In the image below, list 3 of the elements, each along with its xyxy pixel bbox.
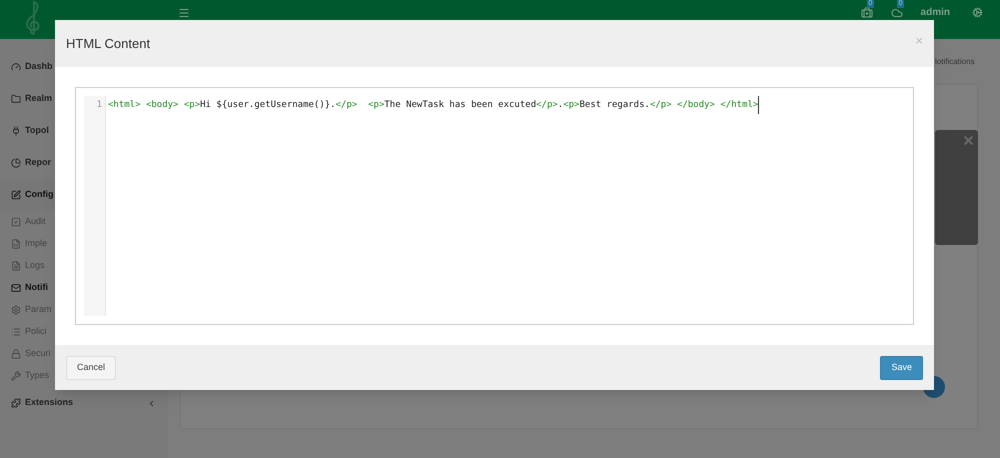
code-line: <html> <body> <p>Hi ${user.getUsername()}.</p> <p>The NewTask has been excuted</p>.<p>Best regards.</p> </body> </html> [106, 96, 760, 114]
modal-title: HTML Content [66, 34, 150, 53]
line-number: 1 [96, 99, 102, 112]
